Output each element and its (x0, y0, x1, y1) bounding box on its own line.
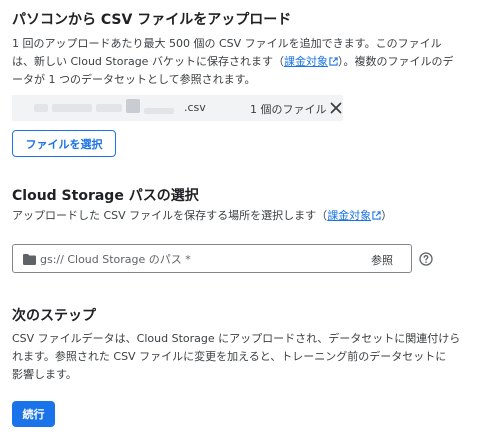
upload-desc-line-2: は、新しい Cloud Storage バケットに保存されます（課金対象 ）。複数… (12, 53, 482, 71)
storage-desc-tail: ） (381, 209, 393, 222)
next-desc-line-3: 影響します。 (12, 368, 77, 381)
upload-desc-line-3: ータが 1 つのデータセットとして参照されます。 (12, 73, 256, 86)
next-steps-description: CSV ファイルデータは、Cloud Storage にアップロードされ、データ… (12, 330, 484, 384)
upload-section-title: パソコンから CSV ファイルをアップロード (12, 12, 292, 28)
continue-button[interactable]: 続行 (12, 401, 55, 427)
upload-desc-line-1: 1 回のアップロードあたり最大 500 個の CSV ファイルを追加できます。こ… (12, 37, 442, 50)
file-extension: .csv (184, 101, 206, 114)
next-steps-title: 次のステップ (12, 308, 96, 324)
storage-desc-text: アップロードした CSV ファイルを保存する場所を選択します（ (12, 209, 328, 222)
external-link-icon (372, 211, 381, 220)
billing-link-label: 課金対象 (327, 209, 372, 222)
close-icon[interactable] (330, 102, 342, 114)
external-link-icon (329, 57, 338, 66)
select-file-button[interactable]: ファイルを選択 (12, 130, 116, 157)
upload-desc-line-2-tail: ）。複数のファイルのデ (337, 55, 454, 68)
file-name-redacted (34, 104, 48, 112)
file-name-redacted (96, 104, 122, 112)
file-count: 1 個のファイル (250, 103, 327, 116)
storage-path-field: 参照 (12, 244, 412, 273)
billing-link-label: 課金対象 (283, 55, 328, 68)
upload-description: 1 回のアップロードあたり最大 500 個の CSV ファイルを追加できます。こ… (12, 35, 482, 89)
help-icon[interactable] (419, 252, 433, 266)
file-name-redacted (144, 108, 174, 114)
storage-path-input[interactable] (40, 249, 360, 269)
selected-file-row: .csv 1 個のファイル (12, 95, 343, 121)
next-desc-line-1: CSV ファイルデータは、Cloud Storage にアップロードされ、データ… (12, 332, 461, 345)
next-desc-line-2: れます。参照された CSV ファイルに変更を加えると、トレーニング前のデータセッ… (12, 350, 447, 363)
file-name-redacted (52, 104, 92, 112)
file-name-redacted (126, 99, 140, 113)
folder-icon (23, 254, 36, 265)
upload-desc-line-2-text: は、新しい Cloud Storage バケットに保存されます（ (12, 55, 284, 68)
storage-section-title: Cloud Storage パスの選択 (12, 188, 199, 204)
billing-link[interactable]: 課金対象 (284, 55, 338, 68)
browse-button[interactable]: 参照 (371, 252, 393, 268)
storage-description: アップロードした CSV ファイルを保存する場所を選択します（課金対象 ） (12, 207, 482, 225)
upload-csv-panel: パソコンから CSV ファイルをアップロード 1 回のアップロードあたり最大 5… (0, 0, 488, 436)
billing-link[interactable]: 課金対象 (327, 209, 381, 222)
